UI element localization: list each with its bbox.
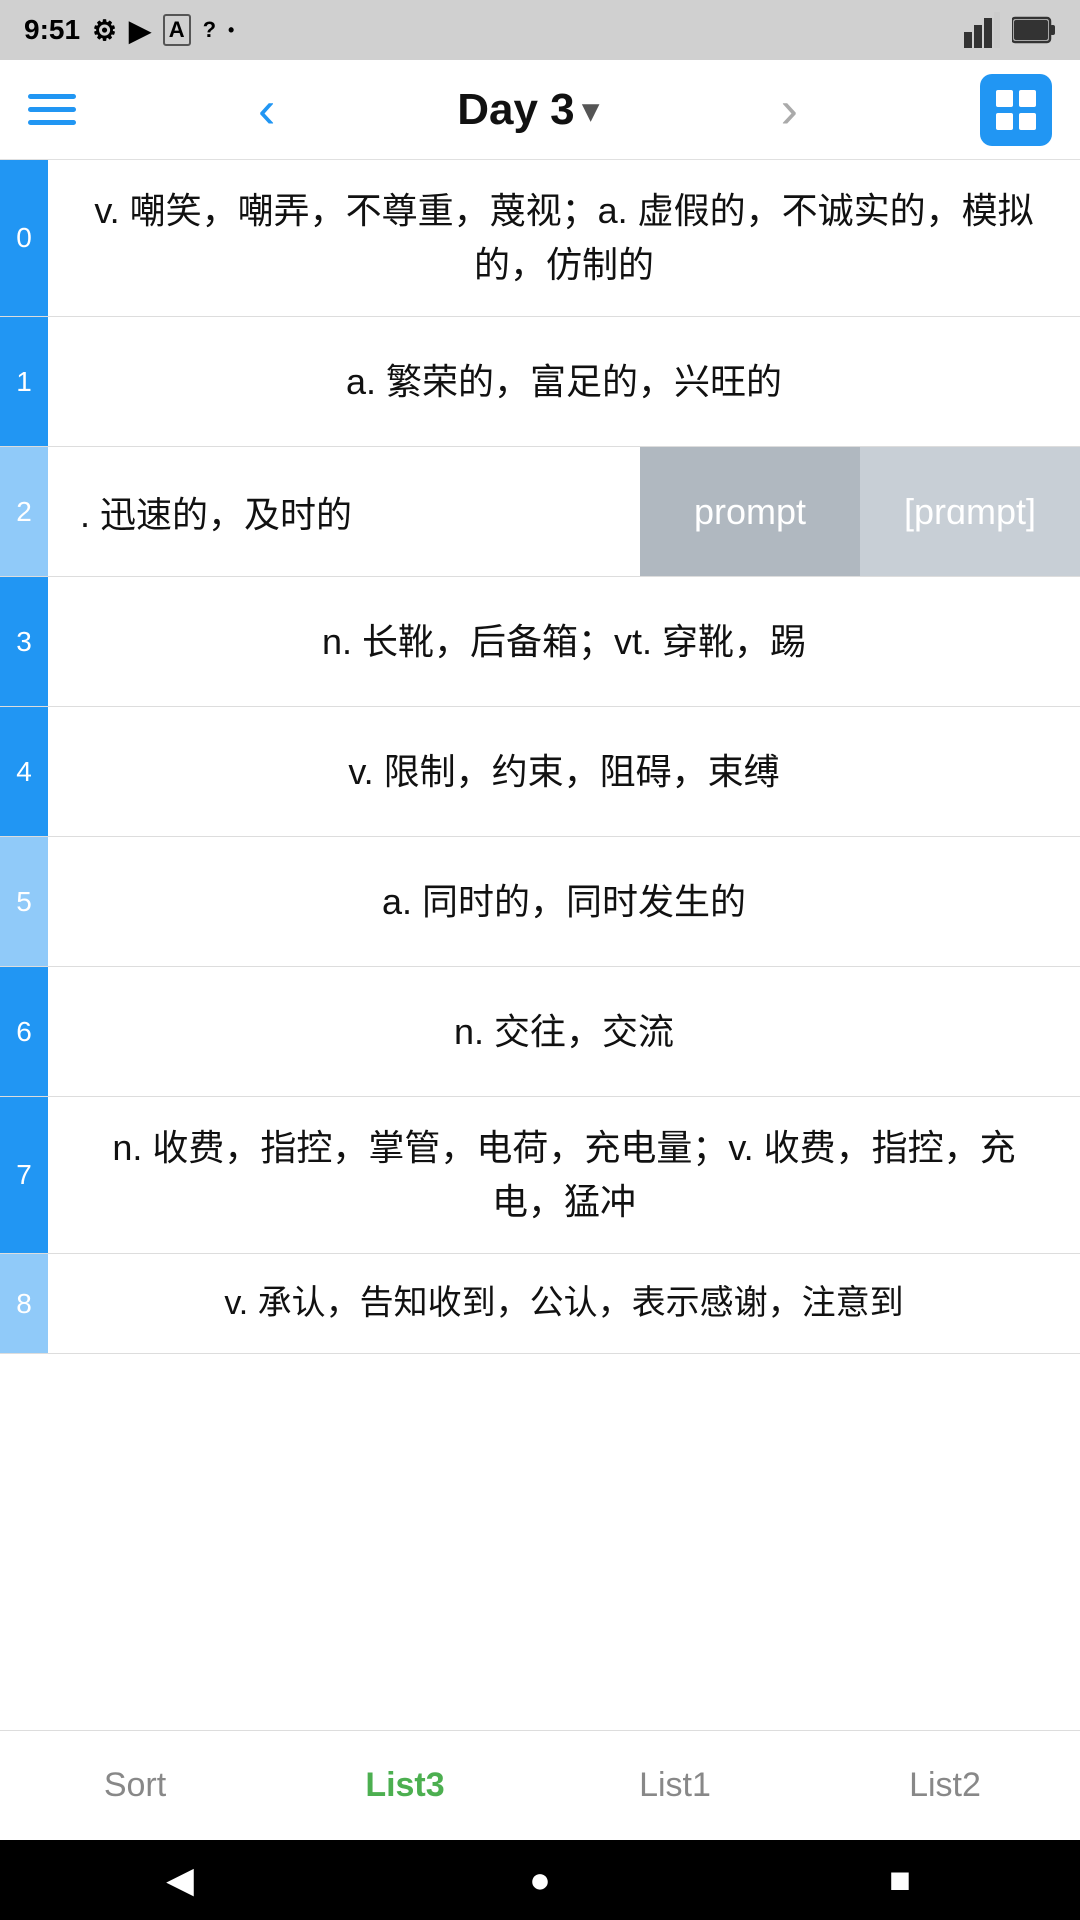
card-index-2: 2 (0, 447, 48, 576)
forward-button[interactable]: › (781, 84, 798, 136)
battery-icon (1012, 16, 1056, 44)
status-bar: 9:51 ⚙ ▶ A ? • (0, 0, 1080, 60)
card-index-7: 7 (0, 1097, 48, 1253)
card-index-0: 0 (0, 160, 48, 316)
card-content-4: v. 限制，约束，阻碍，束缚 (48, 707, 1080, 836)
tab-list1[interactable]: List1 (540, 1731, 810, 1840)
dot-icon: • (228, 20, 234, 41)
card-content-1: a. 繁荣的，富足的，兴旺的 (48, 317, 1080, 446)
android-home-button[interactable]: ● (510, 1850, 570, 1910)
tab-sort[interactable]: Sort (0, 1731, 270, 1840)
bottom-tab-bar: Sort List3 List1 List2 (0, 1730, 1080, 1840)
android-nav-bar: ◀ ● ■ (0, 1840, 1080, 1920)
card-index-6: 6 (0, 967, 48, 1096)
popup-word: prompt (640, 447, 860, 576)
card-list: 0 v. 嘲笑，嘲弄，不尊重，蔑视；a. 虚假的，不诚实的，模拟的，仿制的 1 … (0, 160, 1080, 1354)
status-left: 9:51 ⚙ ▶ A ? • (24, 14, 234, 47)
card-index-4: 4 (0, 707, 48, 836)
card-row[interactable]: 4 v. 限制，约束，阻碍，束缚 (0, 707, 1080, 837)
nav-bar: ‹ Day 3 ▾ › (0, 60, 1080, 160)
card-content-0: v. 嘲笑，嘲弄，不尊重，蔑视；a. 虚假的，不诚实的，模拟的，仿制的 (48, 160, 1080, 316)
card-row[interactable]: 0 v. 嘲笑，嘲弄，不尊重，蔑视；a. 虚假的，不诚实的，模拟的，仿制的 (0, 160, 1080, 317)
card-row-popup[interactable]: 2 . 迅速的，及时的 prompt [prɑmpt] (0, 447, 1080, 577)
card-index-3: 3 (0, 577, 48, 706)
tab-list3[interactable]: List3 (270, 1731, 540, 1840)
status-right (964, 12, 1056, 48)
card-content-6: n. 交往，交流 (48, 967, 1080, 1096)
card-index-1: 1 (0, 317, 48, 446)
grid-view-button[interactable] (980, 74, 1052, 146)
card-row[interactable]: 8 v. 承认，告知收到，公认，表示感谢，注意到 (0, 1254, 1080, 1354)
popup-phonetic: [prɑmpt] (860, 447, 1080, 576)
nav-title[interactable]: Day 3 ▾ (457, 85, 598, 135)
tab-list2[interactable]: List2 (810, 1731, 1080, 1840)
card-content-5: a. 同时的，同时发生的 (48, 837, 1080, 966)
card-row[interactable]: 1 a. 繁荣的，富足的，兴旺的 (0, 317, 1080, 447)
signal-icon (964, 12, 1000, 48)
card-row[interactable]: 6 n. 交往，交流 (0, 967, 1080, 1097)
card-content-8: v. 承认，告知收到，公认，表示感谢，注意到 (48, 1254, 1080, 1353)
android-back-button[interactable]: ◀ (150, 1850, 210, 1910)
card-content-3: n. 长靴，后备箱；vt. 穿靴，踢 (48, 577, 1080, 706)
play-icon: ▶ (129, 14, 151, 47)
card-row[interactable]: 5 a. 同时的，同时发生的 (0, 837, 1080, 967)
nav-title-text: Day 3 (457, 85, 574, 135)
settings-icon: ⚙ (92, 14, 117, 47)
wifi-icon: ? (203, 17, 216, 43)
nav-dropdown-arrow: ▾ (583, 91, 599, 129)
back-button[interactable]: ‹ (258, 84, 275, 136)
card-content-7: n. 收费，指控，掌管，电荷，充电量；v. 收费，指控，充电，猛冲 (48, 1097, 1080, 1253)
menu-button[interactable] (28, 94, 76, 125)
card-row[interactable]: 7 n. 收费，指控，掌管，电荷，充电量；v. 收费，指控，充电，猛冲 (0, 1097, 1080, 1254)
card-row[interactable]: 3 n. 长靴，后备箱；vt. 穿靴，踢 (0, 577, 1080, 707)
status-time: 9:51 (24, 14, 80, 46)
font-icon: A (163, 14, 191, 46)
card-index-8: 8 (0, 1254, 48, 1353)
grid-icon (994, 88, 1038, 132)
card-popup-overlay: prompt [prɑmpt] (640, 447, 1080, 576)
android-recent-button[interactable]: ■ (870, 1850, 930, 1910)
card-index-5: 5 (0, 837, 48, 966)
